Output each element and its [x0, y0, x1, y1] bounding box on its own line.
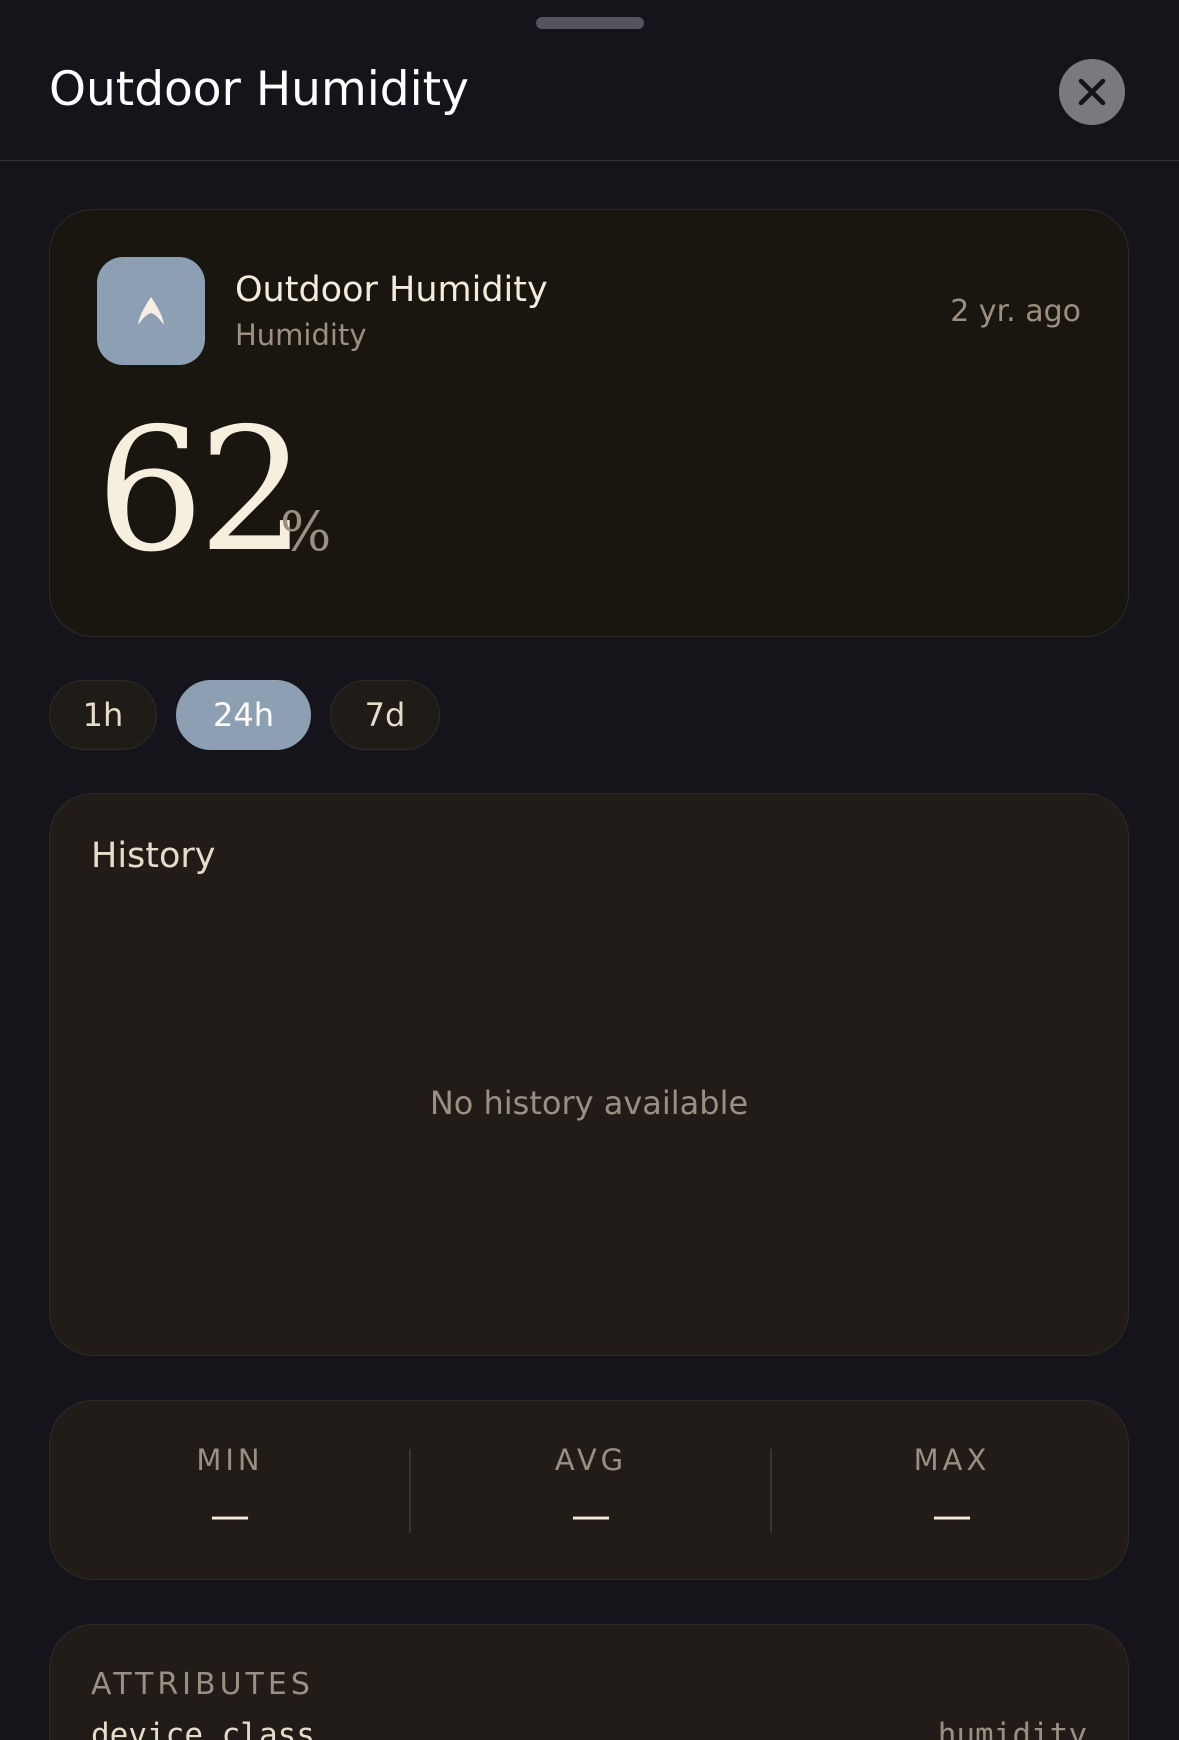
- attribute-key: device_class: [91, 1717, 315, 1740]
- stat-avg: AVG —: [411, 1401, 771, 1581]
- history-empty-message: No history available: [429, 1084, 749, 1122]
- stat-max-value: —: [932, 1493, 972, 1539]
- sheet-header: Outdoor Humidity: [0, 0, 1179, 161]
- range-tab-7d[interactable]: 7d: [330, 680, 440, 750]
- history-title: History: [91, 836, 216, 876]
- attributes-card: ATTRIBUTES device_class humidity: [49, 1624, 1129, 1740]
- humidity-icon: [138, 297, 164, 325]
- current-value: 62: [96, 392, 306, 590]
- stat-avg-value: —: [571, 1493, 611, 1539]
- entity-detail-sheet: Outdoor Humidity Outdoor Humidity Humidi…: [0, 0, 1179, 1740]
- history-card: History No history available: [49, 793, 1129, 1356]
- stat-max: MAX —: [772, 1401, 1132, 1581]
- entity-summary-card: Outdoor Humidity Humidity 2 yr. ago 62 %: [49, 209, 1129, 637]
- page-title: Outdoor Humidity: [49, 62, 469, 117]
- attribute-value: humidity: [937, 1717, 1087, 1740]
- stat-min-label: MIN: [196, 1443, 264, 1477]
- stat-avg-label: AVG: [554, 1443, 628, 1477]
- entity-icon-tile: [97, 257, 205, 365]
- close-icon: [1078, 78, 1106, 106]
- attributes-title: ATTRIBUTES: [91, 1667, 314, 1702]
- stat-min: MIN —: [50, 1401, 410, 1581]
- value-unit: %: [280, 500, 332, 563]
- range-tab-1h[interactable]: 1h: [49, 680, 157, 750]
- entity-type: Humidity: [235, 318, 367, 352]
- stat-min-value: —: [210, 1493, 250, 1539]
- range-tab-24h[interactable]: 24h: [176, 680, 311, 750]
- entity-name: Outdoor Humidity: [235, 270, 548, 310]
- stats-card: MIN — AVG — MAX —: [49, 1400, 1129, 1580]
- last-changed: 2 yr. ago: [950, 294, 1081, 329]
- stat-max-label: MAX: [913, 1443, 991, 1477]
- close-button[interactable]: [1059, 59, 1125, 125]
